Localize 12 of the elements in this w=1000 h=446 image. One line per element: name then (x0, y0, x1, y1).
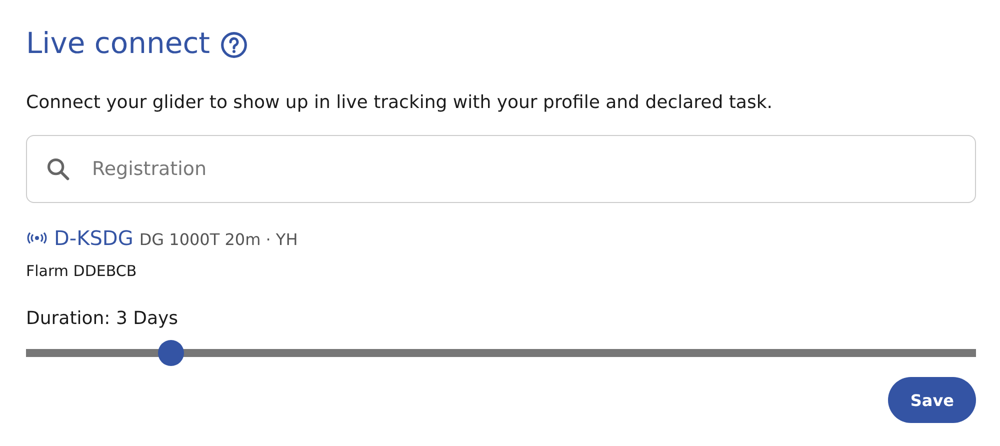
slider-thumb[interactable] (158, 340, 184, 366)
search-icon (45, 156, 71, 182)
search-field[interactable]: Registration (26, 135, 976, 203)
help-icon[interactable] (220, 31, 248, 59)
glider-registration[interactable]: D-KSDG (54, 226, 134, 250)
flarm-id: Flarm DDEBCB (26, 262, 138, 280)
broadcast-icon (26, 232, 48, 244)
glider-details: DG 1000T 20m · YH (139, 230, 298, 249)
description-text: Connect your glider to show up in live tracking with your profile and declared task. (26, 92, 774, 113)
duration-label: Duration: 3 Days (26, 308, 180, 329)
page-title: Live connect (26, 26, 210, 60)
save-button[interactable]: Save (888, 377, 976, 423)
